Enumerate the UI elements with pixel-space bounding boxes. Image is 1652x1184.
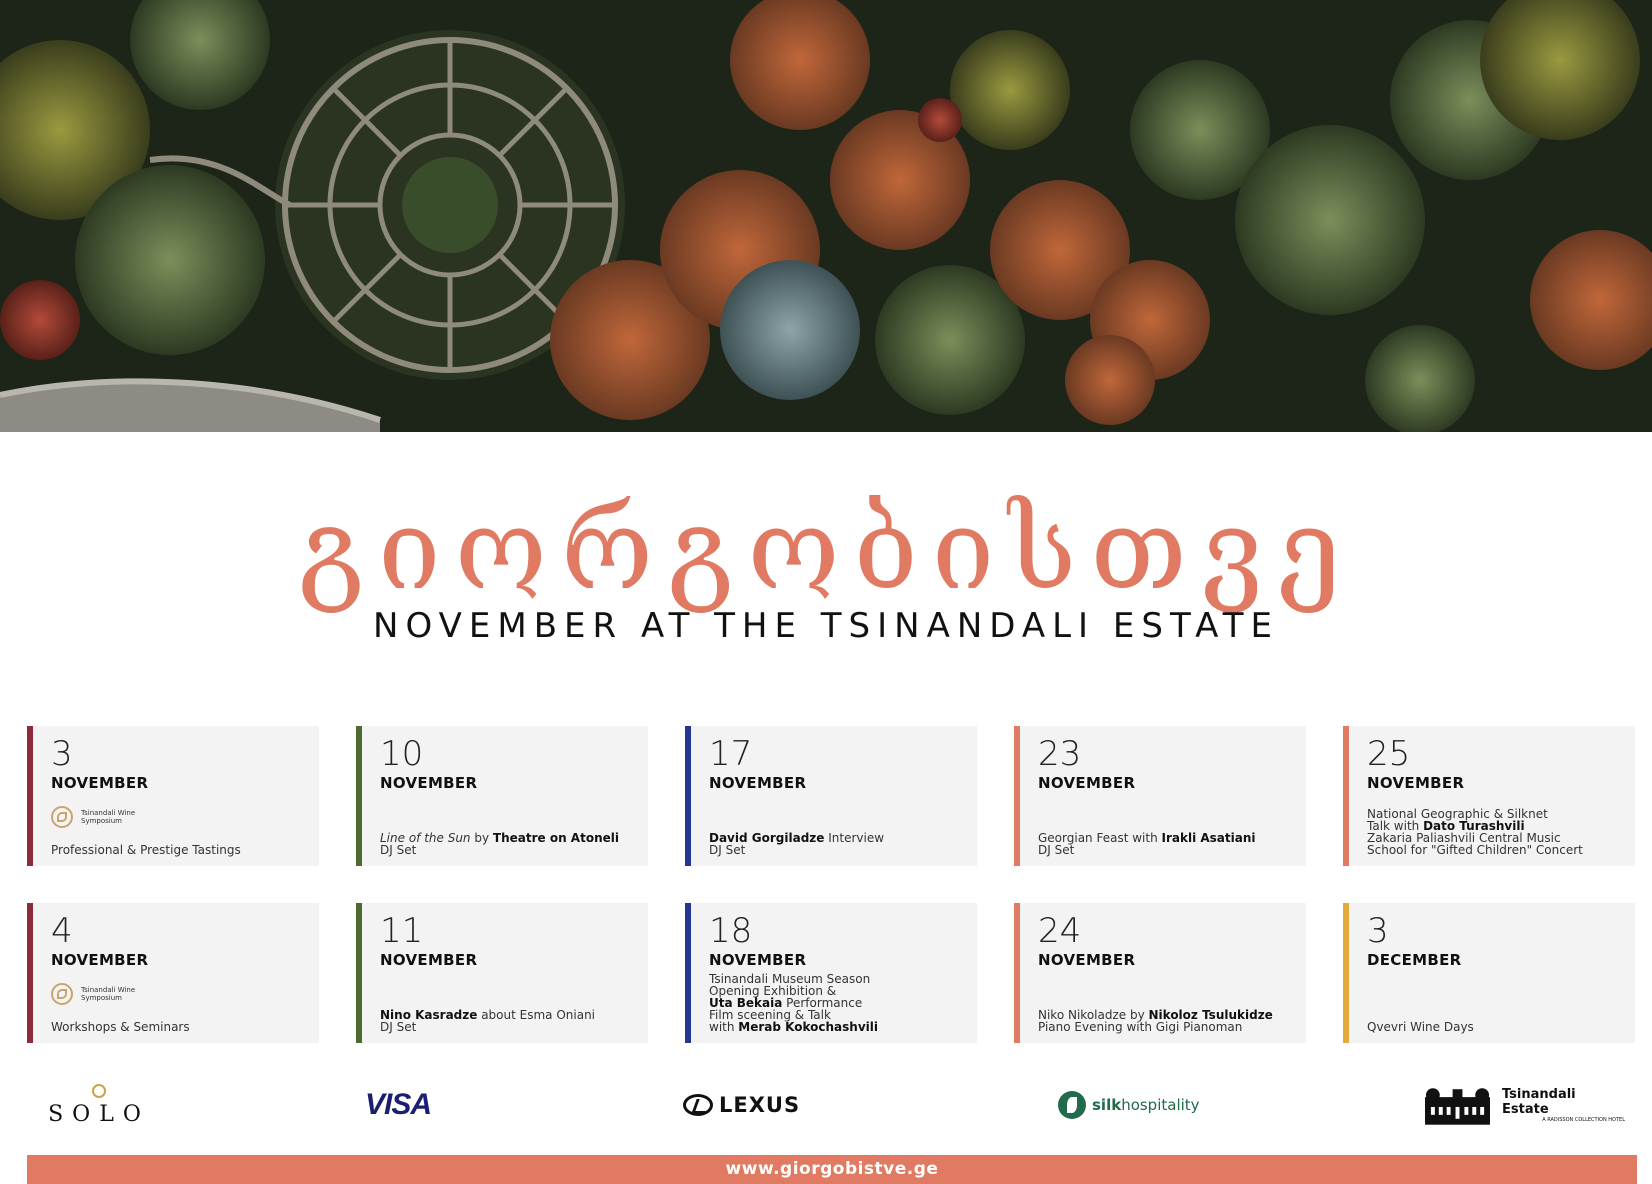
georgian-title: გიორგობისთვე: [297, 485, 1355, 615]
solo-wordmark: SOLO: [48, 1101, 150, 1127]
event-month: NOVEMBER: [1038, 774, 1136, 792]
event-text: Workshops & Seminars: [51, 1020, 190, 1034]
lexus-emblem-icon: [683, 1094, 713, 1116]
solo-ring-icon: [92, 1083, 106, 1098]
event-text: DJ Set: [380, 843, 417, 857]
event-highlight-name: Irakli Asatiani: [1161, 831, 1256, 845]
event-month: NOVEMBER: [1038, 951, 1136, 969]
aerial-forest-illustration: [0, 0, 1652, 432]
symposium-logo-text: Tsinandali Wine Symposium: [81, 809, 136, 825]
event-description: Georgian Feast with Irakli Asatiani DJ Se…: [1038, 832, 1300, 856]
event-description-line: Georgian Feast with Irakli Asatiani: [1038, 832, 1300, 844]
event-description-line: with Merab Kokochashvili: [709, 1021, 971, 1033]
sponsor-silk-hospitality-logo: silk hospitality: [1058, 1080, 1208, 1130]
estate-name: Tsinandali Estate: [1502, 1087, 1576, 1117]
event-description: National Geographic & Silknet Talk with D…: [1367, 808, 1629, 856]
hero-aerial-forest-image: [0, 0, 1652, 432]
event-description: Tsinandali Museum Season Opening Exhibiti…: [709, 973, 971, 1033]
event-text: Interview: [824, 831, 885, 845]
event-card: 11 NOVEMBER Nino Kasradze about Esma Onian…: [356, 903, 648, 1043]
visa-wordmark: VISA: [365, 1088, 432, 1121]
event-description-line: Line of the Sun by Theatre on Atoneli: [380, 832, 642, 844]
event-month: NOVEMBER: [51, 951, 149, 969]
event-month: NOVEMBER: [380, 774, 478, 792]
symposium-knot-icon: [51, 806, 73, 828]
event-description-line: DJ Set: [380, 844, 642, 856]
event-month: NOVEMBER: [51, 774, 149, 792]
event-description-line: Nino Kasradze about Esma Oniani: [380, 1009, 642, 1021]
event-highlight-name: Merab Kokochashvili: [738, 1020, 878, 1034]
event-day: 24: [1038, 911, 1082, 951]
event-card: 3 DECEMBER Qvevri Wine Days: [1343, 903, 1635, 1043]
event-text: by: [470, 831, 493, 845]
event-card: 4 NOVEMBER Tsinandali Wine Symposium Worksh…: [27, 903, 319, 1043]
event-description-line: David Gorgiladze Interview: [709, 832, 971, 844]
event-day: 3: [51, 734, 73, 774]
event-text: about Esma Oniani: [477, 1008, 596, 1022]
event-description-line: DJ Set: [709, 844, 971, 856]
event-text: Professional & Prestige Tastings: [51, 843, 241, 857]
event-day: 23: [1038, 734, 1082, 774]
english-subtitle: NOVEMBER AT THE TSINANDALI ESTATE: [373, 606, 1279, 646]
event-day: 3: [1367, 911, 1389, 951]
event-description-line: DJ Set: [1038, 844, 1300, 856]
estate-subtitle: A RADISSON COLLECTION HOTEL: [1542, 1117, 1625, 1123]
event-day: 11: [380, 911, 424, 951]
wine-symposium-logo: Tsinandali Wine Symposium: [51, 804, 136, 830]
event-highlight-name: Theatre on Atoneli: [492, 831, 619, 845]
event-description-line: Workshops & Seminars: [51, 1021, 313, 1033]
event-description-line: DJ Set: [380, 1021, 642, 1033]
event-text: Piano Evening with Gigi Pianoman: [1038, 1020, 1243, 1034]
sponsor-tsinandali-estate-logo: Tsinandali Estate A RADISSON COLLECTION …: [1425, 1080, 1625, 1130]
silk-wordmark-suffix: hospitality: [1121, 1096, 1200, 1114]
wine-symposium-logo: Tsinandali Wine Symposium: [51, 981, 136, 1007]
event-text: Qvevri Wine Days: [1367, 1020, 1474, 1034]
event-month: NOVEMBER: [709, 951, 807, 969]
event-day: 17: [709, 734, 753, 774]
event-description: Workshops & Seminars: [51, 1021, 313, 1033]
estate-building-icon: [1425, 1088, 1491, 1125]
symposium-knot-icon: [51, 983, 73, 1005]
event-text: DJ Set: [380, 1020, 417, 1034]
event-description: Niko Nikoladze by Nikoloz Tsulukidze Pian…: [1038, 1009, 1300, 1033]
event-month: DECEMBER: [1367, 951, 1462, 969]
event-description: Line of the Sun by Theatre on Atoneli DJ …: [380, 832, 642, 856]
event-card: 23 NOVEMBER Georgian Feast with Irakli Asa…: [1014, 726, 1306, 866]
event-day: 10: [380, 734, 424, 774]
event-card: 24 NOVEMBER Niko Nikoladze by Nikoloz Tsul…: [1014, 903, 1306, 1043]
event-description-line: School for "Gifted Children" Concert: [1367, 844, 1629, 856]
event-description-line: Professional & Prestige Tastings: [51, 844, 313, 856]
event-card: 10 NOVEMBER Line of the Sun by Theatre on …: [356, 726, 648, 866]
event-card: 3 NOVEMBER Tsinandali Wine Symposium Profes…: [27, 726, 319, 866]
event-description-line: Qvevri Wine Days: [1367, 1021, 1629, 1033]
lexus-wordmark: LEXUS: [719, 1093, 801, 1117]
event-text: School for "Gifted Children" Concert: [1367, 843, 1583, 857]
silk-wordmark-prefix: silk: [1092, 1096, 1122, 1114]
event-text: DJ Set: [1038, 843, 1075, 857]
event-description: David Gorgiladze Interview DJ Set: [709, 832, 971, 856]
event-day: 18: [709, 911, 753, 951]
event-day: 25: [1367, 734, 1411, 774]
event-month: NOVEMBER: [380, 951, 478, 969]
event-description: Nino Kasradze about Esma Oniani DJ Set: [380, 1009, 642, 1033]
event-day: 4: [51, 911, 73, 951]
event-text: DJ Set: [709, 843, 746, 857]
event-description-line: Piano Evening with Gigi Pianoman: [1038, 1021, 1300, 1033]
sponsor-lexus-logo: LEXUS: [683, 1080, 823, 1130]
event-month: NOVEMBER: [709, 774, 807, 792]
event-card: 25 NOVEMBER National Geographic & Silknet T…: [1343, 726, 1635, 866]
event-card: 17 NOVEMBER David Gorgiladze Interview DJ S…: [685, 726, 977, 866]
event-card: 18 NOVEMBER Tsinandali Museum Season Openin…: [685, 903, 977, 1043]
event-description: Qvevri Wine Days: [1367, 1021, 1629, 1033]
symposium-logo-text: Tsinandali Wine Symposium: [81, 986, 136, 1002]
website-url-link[interactable]: www.giorgobistve.ge: [27, 1155, 1637, 1184]
sponsor-solo-logo: SOLO: [44, 1080, 154, 1130]
event-text: with: [709, 1020, 739, 1034]
silk-leaf-icon: [1058, 1091, 1086, 1119]
sponsor-visa-logo: VISA: [365, 1080, 455, 1130]
event-description: Professional & Prestige Tastings: [51, 844, 313, 856]
event-month: NOVEMBER: [1367, 774, 1465, 792]
